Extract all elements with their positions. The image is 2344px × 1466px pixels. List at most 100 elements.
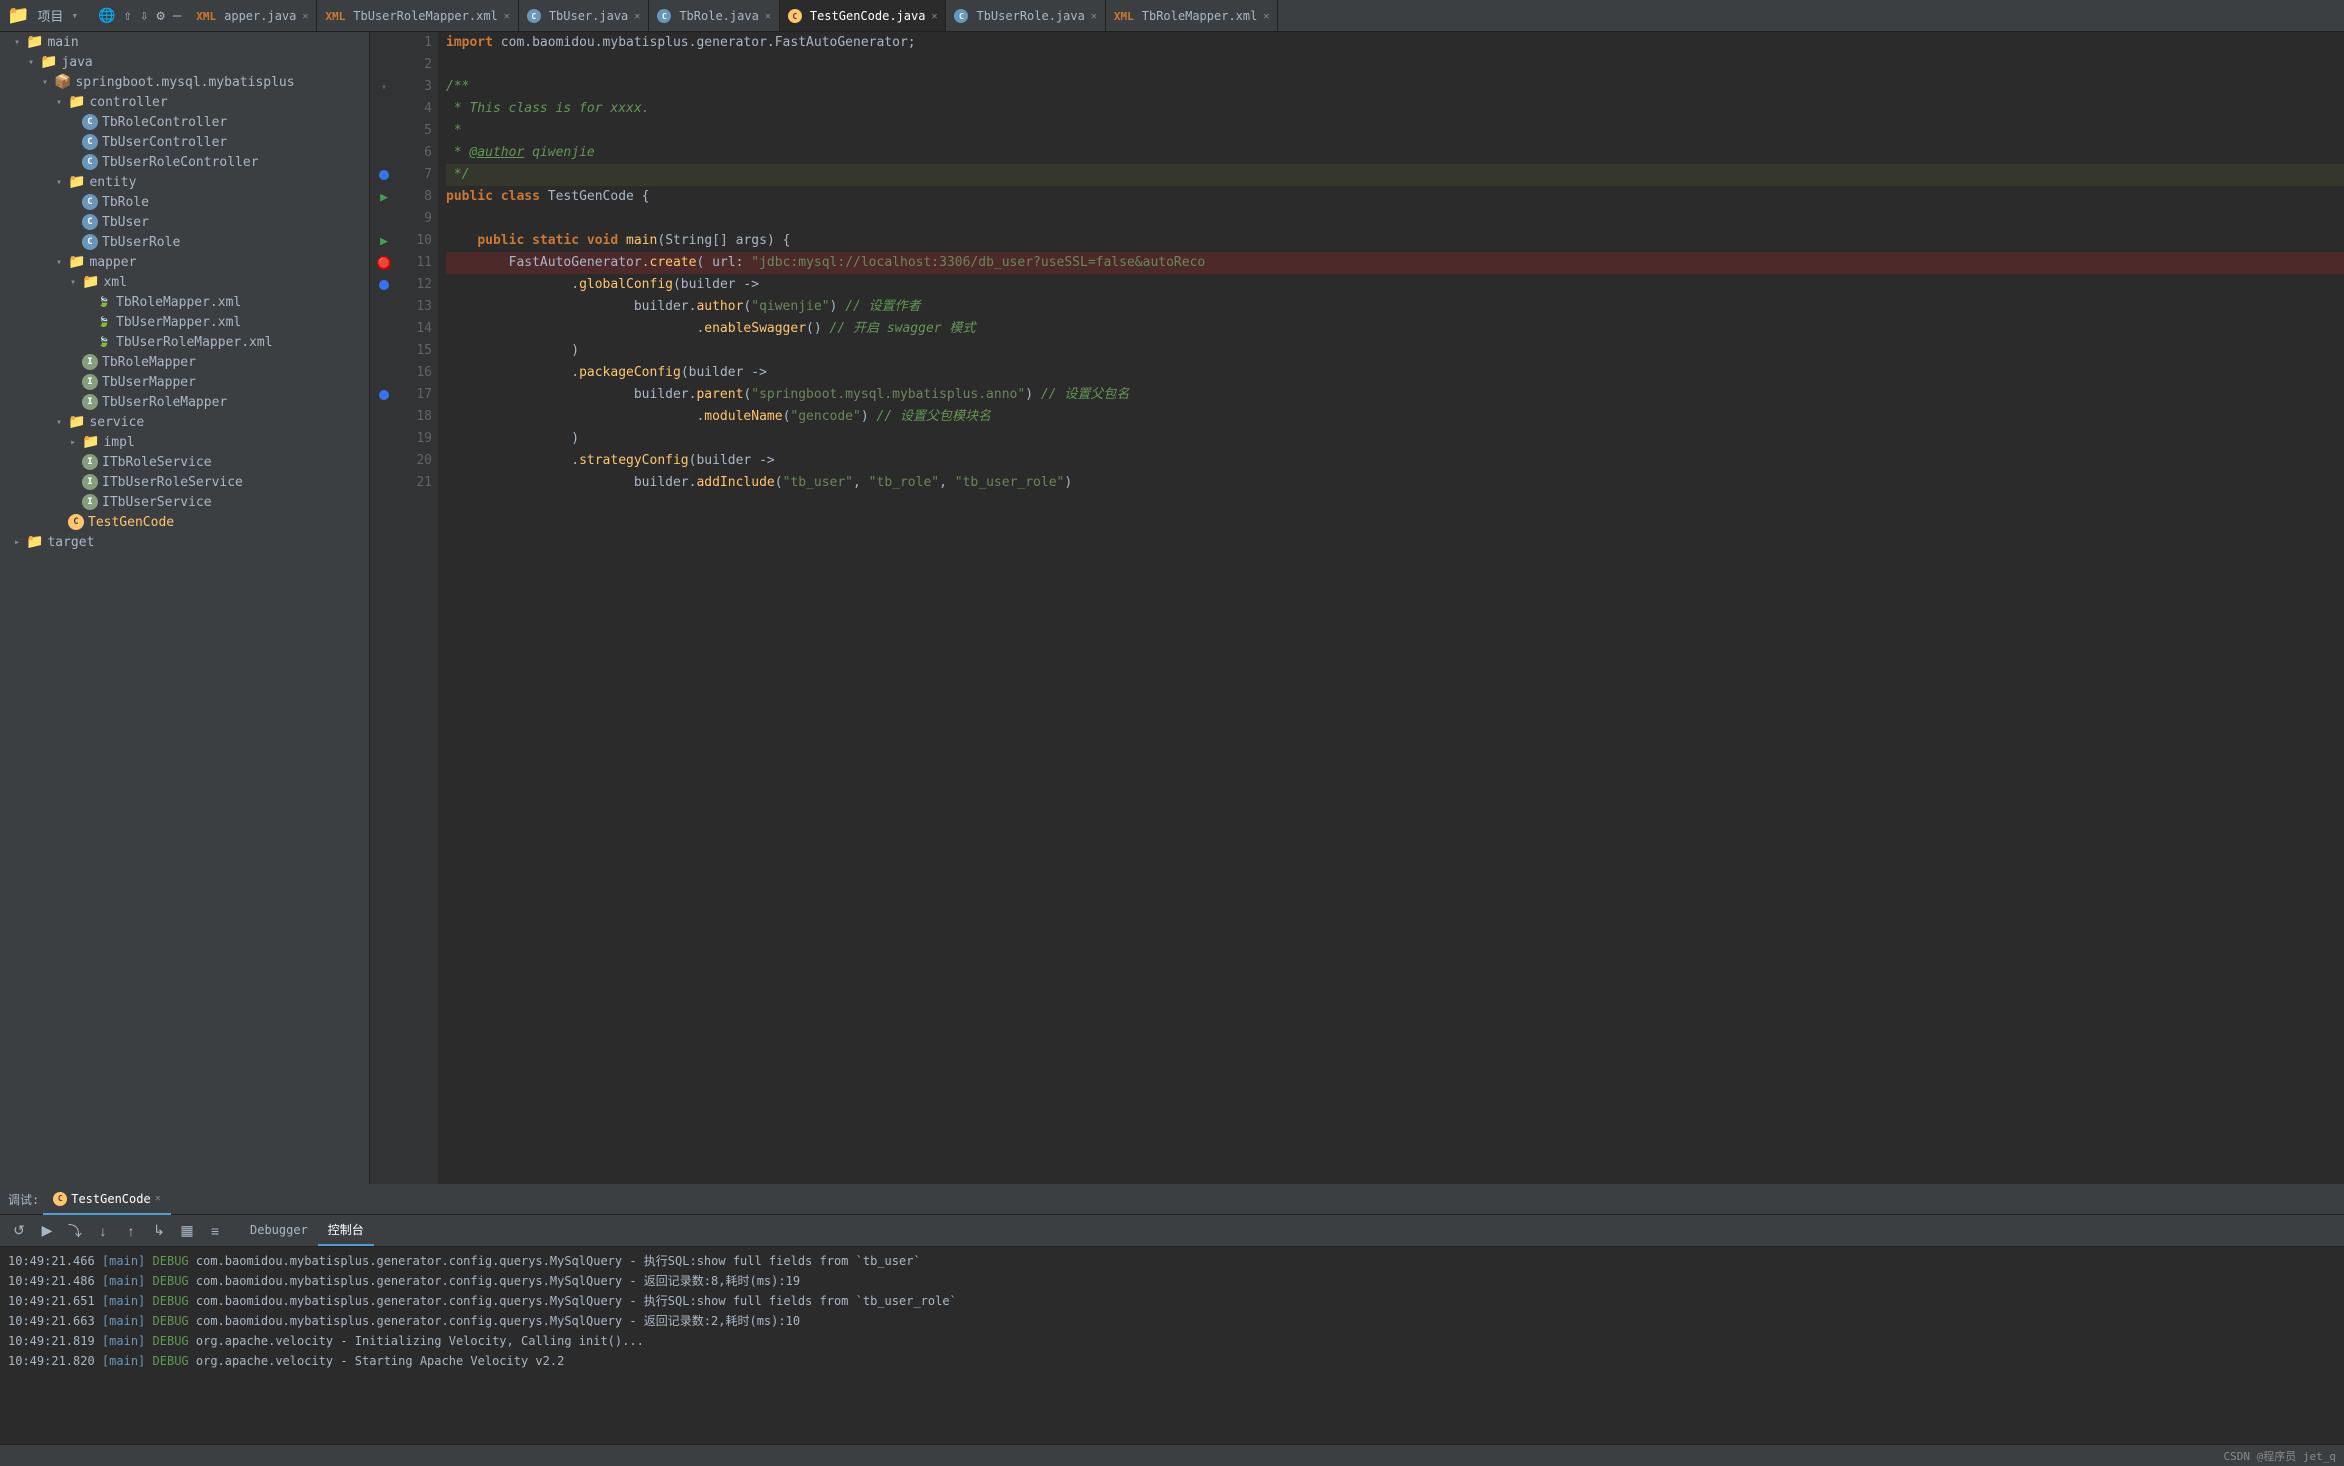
tree-item-itbuserservice[interactable]: IITbUserService bbox=[0, 492, 369, 512]
tree-item-java[interactable]: 📁java bbox=[0, 52, 369, 72]
code-line-2[interactable] bbox=[446, 54, 2344, 76]
tree-item-tbrolecontroller[interactable]: CTbRoleController bbox=[0, 112, 369, 132]
tree-item-impl[interactable]: 📁impl bbox=[0, 432, 369, 452]
bookmark-gutter-icon[interactable] bbox=[379, 280, 389, 290]
code-line-13[interactable]: builder.author("qiwenjie") // 设置作者 bbox=[446, 296, 2344, 318]
tab-tb-role-java[interactable]: CTbRole.java✕ bbox=[649, 0, 780, 31]
tree-item-itbuserroleservice[interactable]: IITbUserRoleService bbox=[0, 472, 369, 492]
code-line-5[interactable]: * bbox=[446, 120, 2344, 142]
restart-button[interactable]: ↺ bbox=[8, 1220, 30, 1242]
tree-item-tbuserrolemapper-xml[interactable]: 🍃TbUserRoleMapper.xml bbox=[0, 332, 369, 352]
line-num-19: 19 bbox=[398, 428, 432, 450]
bookmark-gutter-icon[interactable] bbox=[379, 170, 389, 180]
tree-item-target[interactable]: 📁target bbox=[0, 532, 369, 552]
tab-close-btn[interactable]: ✕ bbox=[931, 11, 937, 22]
code-line-10[interactable]: public static void main(String[] args) { bbox=[446, 230, 2344, 252]
tree-item-xml[interactable]: 📁xml bbox=[0, 272, 369, 292]
code-line-11[interactable]: FastAutoGenerator.create( url: "jdbc:mys… bbox=[446, 252, 2344, 274]
code-line-4[interactable]: * This class is for xxxx. bbox=[446, 98, 2344, 120]
tree-item-tbuser[interactable]: CTbUser bbox=[0, 212, 369, 232]
bottom-tab-debugger[interactable]: Debugger bbox=[240, 1216, 318, 1246]
tree-item-itbroleservice[interactable]: IITbRoleService bbox=[0, 452, 369, 472]
tree-item-tbrolemapper-xml[interactable]: 🍃TbRoleMapper.xml bbox=[0, 292, 369, 312]
tree-item-label: target bbox=[47, 535, 94, 550]
code-line-19[interactable]: ) bbox=[446, 428, 2344, 450]
arrow-expanded bbox=[56, 257, 68, 268]
gutter-10[interactable]: ▶ bbox=[370, 230, 398, 252]
tree-item-service[interactable]: 📁service bbox=[0, 412, 369, 432]
tree-item-label: springboot.mysql.mybatisplus bbox=[75, 75, 294, 90]
arrow-expanded bbox=[56, 177, 68, 188]
tab-close-btn[interactable]: ✕ bbox=[302, 11, 308, 22]
tab-close-btn[interactable]: ✕ bbox=[1263, 11, 1269, 22]
tree-item-tbrolemapper[interactable]: ITbRoleMapper bbox=[0, 352, 369, 372]
run-cursor-button[interactable]: ↳ bbox=[148, 1220, 170, 1242]
tree-item-tbusermapper[interactable]: ITbUserMapper bbox=[0, 372, 369, 392]
code-editor[interactable]: import com.baomidou.mybatisplus.generato… bbox=[438, 32, 2344, 1184]
code-line-9[interactable] bbox=[446, 208, 2344, 230]
code-line-12[interactable]: .globalConfig(builder -> bbox=[446, 274, 2344, 296]
code-line-8[interactable]: public class TestGenCode { bbox=[446, 186, 2344, 208]
code-line-14[interactable]: .enableSwagger() // 开启 swagger 模式 bbox=[446, 318, 2344, 340]
tree-item-springboot[interactable]: 📦springboot.mysql.mybatisplus bbox=[0, 72, 369, 92]
line-num-3: 3 bbox=[398, 76, 432, 98]
toolbar-icon-globe[interactable]: 🌐 bbox=[95, 8, 118, 24]
evaluate-button[interactable]: ▦ bbox=[176, 1220, 198, 1242]
tree-item-testgencode[interactable]: CTestGenCode bbox=[0, 512, 369, 532]
tree-item-label: ITbUserService bbox=[102, 495, 212, 510]
bookmark-gutter-icon[interactable] bbox=[379, 390, 389, 400]
tree-item-tbuserrole[interactable]: CTbUserRole bbox=[0, 232, 369, 252]
code-line-20[interactable]: .strategyConfig(builder -> bbox=[446, 450, 2344, 472]
tree-item-tbuserrolemapper[interactable]: ITbUserRoleMapper bbox=[0, 392, 369, 412]
console-line: 10:49:21.651 [main] DEBUG com.baomidou.m… bbox=[8, 1291, 2336, 1311]
testgencode-tab-close[interactable]: ✕ bbox=[155, 1193, 161, 1204]
gutter-8[interactable]: ▶ bbox=[370, 186, 398, 208]
tab-test-gen-code-java[interactable]: CTestGenCode.java✕ bbox=[780, 0, 947, 31]
gutter-11: 🔴 bbox=[370, 252, 398, 274]
resume-button[interactable]: ▶ bbox=[36, 1220, 58, 1242]
run-gutter-icon[interactable]: ▶ bbox=[380, 234, 388, 249]
tree-item-tbusercontroller[interactable]: CTbUserController bbox=[0, 132, 369, 152]
tree-item-controller[interactable]: 📁controller bbox=[0, 92, 369, 112]
tree-item-label: TbUserRoleMapper bbox=[102, 395, 227, 410]
toolbar-icon-up[interactable]: ⇧ bbox=[121, 8, 135, 24]
code-line-21[interactable]: builder.addInclude("tb_user", "tb_role",… bbox=[446, 472, 2344, 494]
toolbar-icon-minus[interactable]: — bbox=[170, 8, 184, 24]
tab-close-btn[interactable]: ✕ bbox=[1091, 11, 1097, 22]
tab-close-btn[interactable]: ✕ bbox=[634, 11, 640, 22]
frames-button[interactable]: ≡ bbox=[204, 1220, 226, 1242]
tree-item-main[interactable]: 📁main bbox=[0, 32, 369, 52]
toolbar-icon-down[interactable]: ⇩ bbox=[137, 8, 151, 24]
xml-icon: XML bbox=[325, 10, 345, 23]
gutter-7 bbox=[370, 164, 398, 186]
code-line-18[interactable]: .moduleName("gencode") // 设置父包模块名 bbox=[446, 406, 2344, 428]
bottom-tab-console[interactable]: 控制台 bbox=[318, 1216, 374, 1246]
tab-testgencode[interactable]: C TestGenCode ✕ bbox=[43, 1185, 171, 1215]
code-line-1[interactable]: import com.baomidou.mybatisplus.generato… bbox=[446, 32, 2344, 54]
tab-tb-role-mapper-xml[interactable]: XMLTbRoleMapper.xml✕ bbox=[1106, 0, 1279, 31]
step-over-button[interactable]: ⤵ bbox=[64, 1220, 86, 1242]
tree-item-entity[interactable]: 📁entity bbox=[0, 172, 369, 192]
toolbar-icon-settings[interactable]: ⚙ bbox=[153, 8, 167, 24]
dropdown-arrow[interactable]: ▾ bbox=[68, 9, 81, 22]
tab-close-btn[interactable]: ✕ bbox=[504, 11, 510, 22]
tab-tb-user-role-java[interactable]: CTbUserRole.java✕ bbox=[946, 0, 1105, 31]
tab-mapper-java[interactable]: XMLapper.java✕ bbox=[188, 0, 317, 31]
step-out-button[interactable]: ↑ bbox=[120, 1220, 142, 1242]
fold-gutter-btn[interactable]: ▾ bbox=[381, 82, 387, 93]
step-into-button[interactable]: ↓ bbox=[92, 1220, 114, 1242]
code-line-16[interactable]: .packageConfig(builder -> bbox=[446, 362, 2344, 384]
tab-close-btn[interactable]: ✕ bbox=[765, 11, 771, 22]
code-line-17[interactable]: builder.parent("springboot.mysql.mybatis… bbox=[446, 384, 2344, 406]
tree-item-tbuserrolecontroller[interactable]: CTbUserRoleController bbox=[0, 152, 369, 172]
tree-item-tbusermapper-xml[interactable]: 🍃TbUserMapper.xml bbox=[0, 312, 369, 332]
run-gutter-icon[interactable]: ▶ bbox=[380, 190, 388, 205]
code-line-15[interactable]: ) bbox=[446, 340, 2344, 362]
code-line-3[interactable]: /** bbox=[446, 76, 2344, 98]
code-line-7[interactable]: */ bbox=[446, 164, 2344, 186]
tab-tb-user-role-mapper-xml[interactable]: XMLTbUserRoleMapper.xml✕ bbox=[317, 0, 518, 31]
tree-item-tbrole[interactable]: CTbRole bbox=[0, 192, 369, 212]
code-line-6[interactable]: * @author qiwenjie bbox=[446, 142, 2344, 164]
tree-item-mapper[interactable]: 📁mapper bbox=[0, 252, 369, 272]
tab-tb-user-java[interactable]: CTbUser.java✕ bbox=[519, 0, 650, 31]
